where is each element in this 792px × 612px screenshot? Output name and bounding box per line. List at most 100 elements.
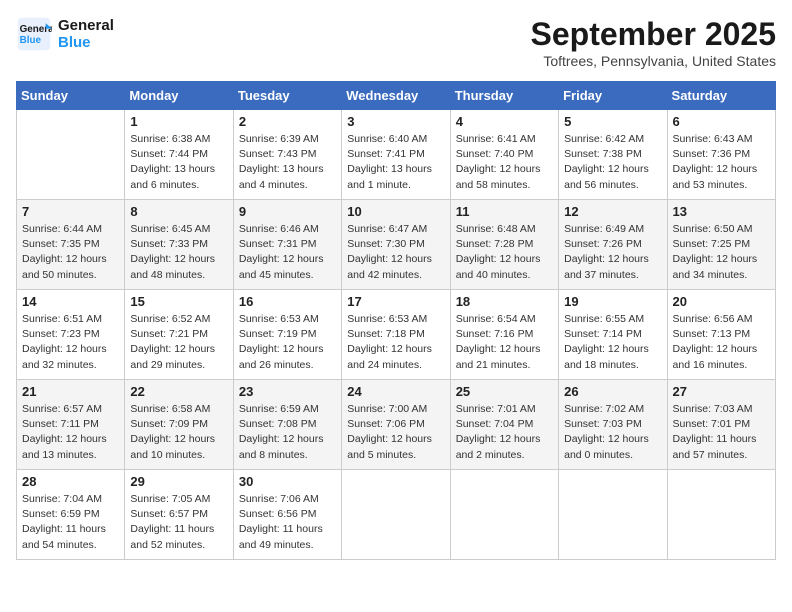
day-number: 15 (130, 294, 227, 309)
day-info: Sunrise: 7:04 AMSunset: 6:59 PMDaylight:… (22, 492, 119, 553)
title-block: September 2025 Toftrees, Pennsylvania, U… (531, 16, 776, 69)
calendar-day-cell: 11Sunrise: 6:48 AMSunset: 7:28 PMDayligh… (450, 200, 558, 290)
calendar-day-cell: 27 Sunrise: 7:03 AMSunset: 7:01 PMDayligh… (667, 380, 775, 470)
calendar-day-cell (559, 470, 667, 560)
day-number: 30 (239, 474, 336, 489)
day-number: 13 (673, 204, 770, 219)
day-number: 3 (347, 114, 444, 129)
page-header: General Blue General Blue September 2025… (16, 16, 776, 69)
day-number: 23 (239, 384, 336, 399)
day-info: Sunrise: 6:54 AMSunset: 7:16 PMDaylight:… (456, 312, 553, 373)
calendar-day-cell: 14Sunrise: 6:51 AMSunset: 7:23 PMDayligh… (17, 290, 125, 380)
day-number: 28 (22, 474, 119, 489)
calendar-day-cell (17, 110, 125, 200)
day-info: Sunrise: 6:49 AMSunset: 7:26 PMDaylight:… (564, 222, 661, 283)
weekday-header-cell: Tuesday (233, 82, 341, 110)
day-info: Sunrise: 7:03 AMSunset: 7:01 PMDaylight:… (673, 402, 770, 463)
calendar-day-cell: 5 Sunrise: 6:42 AMSunset: 7:38 PMDaylight… (559, 110, 667, 200)
day-number: 22 (130, 384, 227, 399)
day-info: Sunrise: 6:48 AMSunset: 7:28 PMDaylight:… (456, 222, 553, 283)
calendar-day-cell: 1 Sunrise: 6:38 AMSunset: 7:44 PMDaylight… (125, 110, 233, 200)
calendar-day-cell (342, 470, 450, 560)
logo-icon: General Blue (16, 16, 52, 52)
weekday-header-cell: Wednesday (342, 82, 450, 110)
day-number: 10 (347, 204, 444, 219)
day-number: 5 (564, 114, 661, 129)
calendar-day-cell: 13 Sunrise: 6:50 AMSunset: 7:25 PMDayligh… (667, 200, 775, 290)
day-number: 8 (130, 204, 227, 219)
day-number: 18 (456, 294, 553, 309)
day-number: 7 (22, 204, 119, 219)
calendar-day-cell: 2Sunrise: 6:39 AMSunset: 7:43 PMDaylight… (233, 110, 341, 200)
day-info: Sunrise: 6:55 AMSunset: 7:14 PMDaylight:… (564, 312, 661, 373)
calendar-day-cell: 23 Sunrise: 6:59 AMSunset: 7:08 PMDayligh… (233, 380, 341, 470)
day-info: Sunrise: 6:43 AMSunset: 7:36 PMDaylight:… (673, 132, 770, 193)
day-info: Sunrise: 6:47 AMSunset: 7:30 PMDaylight:… (347, 222, 444, 283)
weekday-header-cell: Thursday (450, 82, 558, 110)
weekday-header-cell: Friday (559, 82, 667, 110)
calendar-day-cell: 15Sunrise: 6:52 AMSunset: 7:21 PMDayligh… (125, 290, 233, 380)
calendar-header: SundayMondayTuesdayWednesdayThursdayFrid… (17, 82, 776, 110)
day-info: Sunrise: 6:58 AMSunset: 7:09 PMDaylight:… (130, 402, 227, 463)
calendar-day-cell: 16 Sunrise: 6:53 AMSunset: 7:19 PMDayligh… (233, 290, 341, 380)
day-info: Sunrise: 6:53 AMSunset: 7:19 PMDaylight:… (239, 312, 336, 373)
day-number: 24 (347, 384, 444, 399)
calendar-day-cell: 26 Sunrise: 7:02 AMSunset: 7:03 PMDayligh… (559, 380, 667, 470)
weekday-header-cell: Saturday (667, 82, 775, 110)
calendar-day-cell: 4Sunrise: 6:41 AMSunset: 7:40 PMDaylight… (450, 110, 558, 200)
calendar-day-cell: 17 Sunrise: 6:53 AMSunset: 7:18 PMDayligh… (342, 290, 450, 380)
day-info: Sunrise: 6:59 AMSunset: 7:08 PMDaylight:… (239, 402, 336, 463)
day-number: 17 (347, 294, 444, 309)
weekday-header-row: SundayMondayTuesdayWednesdayThursdayFrid… (17, 82, 776, 110)
day-info: Sunrise: 6:46 AMSunset: 7:31 PMDaylight:… (239, 222, 336, 283)
day-number: 21 (22, 384, 119, 399)
calendar-day-cell: 29 Sunrise: 7:05 AMSunset: 6:57 PMDayligh… (125, 470, 233, 560)
calendar-day-cell: 19 Sunrise: 6:55 AMSunset: 7:14 PMDayligh… (559, 290, 667, 380)
day-info: Sunrise: 6:56 AMSunset: 7:13 PMDaylight:… (673, 312, 770, 373)
calendar-day-cell: 8Sunrise: 6:45 AMSunset: 7:33 PMDaylight… (125, 200, 233, 290)
day-info: Sunrise: 7:01 AMSunset: 7:04 PMDaylight:… (456, 402, 553, 463)
calendar-day-cell: 6Sunrise: 6:43 AMSunset: 7:36 PMDaylight… (667, 110, 775, 200)
month-title: September 2025 (531, 16, 776, 53)
calendar-table: SundayMondayTuesdayWednesdayThursdayFrid… (16, 81, 776, 560)
day-info: Sunrise: 7:05 AMSunset: 6:57 PMDaylight:… (130, 492, 227, 553)
calendar-day-cell: 18 Sunrise: 6:54 AMSunset: 7:16 PMDayligh… (450, 290, 558, 380)
calendar-day-cell: 28 Sunrise: 7:04 AMSunset: 6:59 PMDayligh… (17, 470, 125, 560)
calendar-week-row: 28 Sunrise: 7:04 AMSunset: 6:59 PMDayligh… (17, 470, 776, 560)
day-number: 26 (564, 384, 661, 399)
calendar-week-row: 21Sunrise: 6:57 AMSunset: 7:11 PMDayligh… (17, 380, 776, 470)
day-number: 19 (564, 294, 661, 309)
day-number: 1 (130, 114, 227, 129)
day-info: Sunrise: 6:38 AMSunset: 7:44 PMDaylight:… (130, 132, 227, 193)
day-number: 12 (564, 204, 661, 219)
calendar-day-cell: 22 Sunrise: 6:58 AMSunset: 7:09 PMDayligh… (125, 380, 233, 470)
day-info: Sunrise: 6:53 AMSunset: 7:18 PMDaylight:… (347, 312, 444, 373)
day-info: Sunrise: 7:02 AMSunset: 7:03 PMDaylight:… (564, 402, 661, 463)
calendar-day-cell: 7Sunrise: 6:44 AMSunset: 7:35 PMDaylight… (17, 200, 125, 290)
day-number: 25 (456, 384, 553, 399)
weekday-header-cell: Sunday (17, 82, 125, 110)
day-info: Sunrise: 6:40 AMSunset: 7:41 PMDaylight:… (347, 132, 444, 193)
calendar-day-cell: 25 Sunrise: 7:01 AMSunset: 7:04 PMDayligh… (450, 380, 558, 470)
calendar-day-cell: 9 Sunrise: 6:46 AMSunset: 7:31 PMDaylight… (233, 200, 341, 290)
calendar-day-cell: 20 Sunrise: 6:56 AMSunset: 7:13 PMDayligh… (667, 290, 775, 380)
day-number: 29 (130, 474, 227, 489)
calendar-body: 1 Sunrise: 6:38 AMSunset: 7:44 PMDaylight… (17, 110, 776, 560)
calendar-day-cell: 3 Sunrise: 6:40 AMSunset: 7:41 PMDaylight… (342, 110, 450, 200)
day-number: 20 (673, 294, 770, 309)
day-info: Sunrise: 6:42 AMSunset: 7:38 PMDaylight:… (564, 132, 661, 193)
day-info: Sunrise: 6:41 AMSunset: 7:40 PMDaylight:… (456, 132, 553, 193)
calendar-day-cell: 10 Sunrise: 6:47 AMSunset: 7:30 PMDayligh… (342, 200, 450, 290)
calendar-week-row: 7Sunrise: 6:44 AMSunset: 7:35 PMDaylight… (17, 200, 776, 290)
day-info: Sunrise: 6:50 AMSunset: 7:25 PMDaylight:… (673, 222, 770, 283)
day-info: Sunrise: 6:39 AMSunset: 7:43 PMDaylight:… (239, 132, 336, 193)
calendar-day-cell: 30Sunrise: 7:06 AMSunset: 6:56 PMDayligh… (233, 470, 341, 560)
calendar-day-cell: 21Sunrise: 6:57 AMSunset: 7:11 PMDayligh… (17, 380, 125, 470)
calendar-day-cell: 12 Sunrise: 6:49 AMSunset: 7:26 PMDayligh… (559, 200, 667, 290)
day-number: 9 (239, 204, 336, 219)
calendar-day-cell (450, 470, 558, 560)
calendar-week-row: 14Sunrise: 6:51 AMSunset: 7:23 PMDayligh… (17, 290, 776, 380)
svg-text:Blue: Blue (20, 35, 42, 46)
day-number: 27 (673, 384, 770, 399)
day-number: 16 (239, 294, 336, 309)
